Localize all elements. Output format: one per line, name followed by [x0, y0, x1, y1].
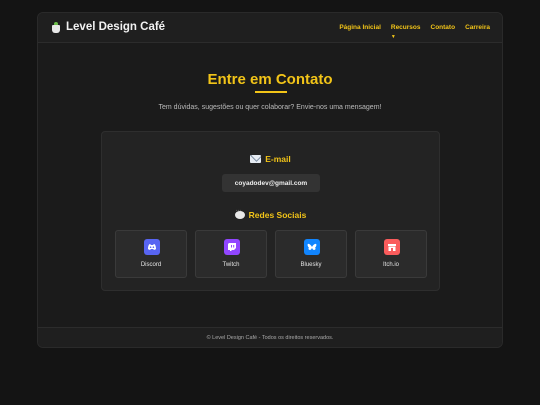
- social-label: Bluesky: [300, 262, 322, 268]
- nav-link-career[interactable]: Carreira: [465, 24, 490, 31]
- social-heading-label: Redes Sociais: [248, 210, 307, 220]
- itchio-icon: [384, 239, 400, 255]
- social-heading: Redes Sociais: [102, 208, 439, 220]
- twitch-icon: [224, 239, 240, 255]
- email-heading-label: E-mail: [265, 154, 291, 164]
- social-links: Discord Twitch Bluesky Itch.io: [115, 230, 427, 278]
- page-title: Entre em Contato: [207, 71, 333, 88]
- page-subtitle: Tem dúvidas, sugestões ou quer colaborar…: [158, 104, 382, 111]
- email-heading: E-mail: [102, 154, 439, 164]
- envelope-icon: [250, 155, 262, 163]
- nav-link-resources[interactable]: Recursos ▼: [390, 24, 421, 40]
- nav-link-resources-label: Recursos: [390, 24, 421, 31]
- speech-bubble-icon: [234, 208, 245, 219]
- chevron-down-icon: ▼: [390, 34, 396, 40]
- social-label: Itch.io: [382, 262, 399, 268]
- contact-card: E-mail coyadodev@gmail.com Redes Sociais…: [101, 131, 440, 291]
- social-link-itchio[interactable]: Itch.io: [355, 230, 427, 278]
- social-label: Discord: [140, 262, 162, 268]
- navbar: Level Design Café Página Inicial Recurso…: [38, 13, 502, 43]
- brand[interactable]: Level Design Café: [52, 21, 165, 33]
- nav-link-home[interactable]: Página Inicial: [339, 24, 381, 31]
- social-link-discord[interactable]: Discord: [115, 230, 187, 278]
- page-window: Level Design Café Página Inicial Recurso…: [37, 12, 503, 348]
- social-label: Twitch: [222, 262, 240, 268]
- nav-link-contact[interactable]: Contato: [431, 24, 456, 31]
- discord-icon: [144, 239, 160, 255]
- title-underline: [255, 91, 287, 93]
- social-link-twitch[interactable]: Twitch: [195, 230, 267, 278]
- coffee-cup-icon: [52, 21, 60, 33]
- footer: © Level Design Café - Todos os direitos …: [38, 327, 502, 347]
- nav-menu: Página Inicial Recursos ▼ Contato Carrei…: [339, 24, 490, 40]
- bluesky-icon: [304, 239, 320, 255]
- email-address[interactable]: coyadodev@gmail.com: [222, 174, 320, 192]
- brand-title: Level Design Café: [66, 21, 166, 33]
- social-link-bluesky[interactable]: Bluesky: [275, 230, 347, 278]
